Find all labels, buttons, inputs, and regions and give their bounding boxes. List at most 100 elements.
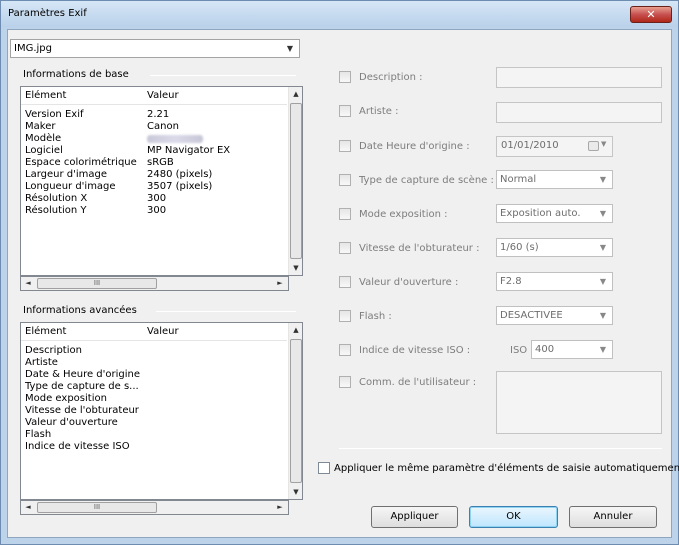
iso-select[interactable]: 400 ▼ xyxy=(531,340,613,359)
table-row[interactable]: Vitesse de l'obturateur xyxy=(21,405,287,417)
element-cell: Résolution Y xyxy=(25,205,87,216)
exposure-mode-value: Exposition auto. xyxy=(500,208,581,219)
title-bar[interactable]: Paramètres Exif ✕ xyxy=(1,1,678,27)
aperture-select[interactable]: F2.8 ▼ xyxy=(496,272,613,291)
table-row[interactable]: Mode exposition xyxy=(21,393,287,405)
iso-value: 400 xyxy=(535,344,555,355)
scroll-thumb[interactable] xyxy=(290,339,302,483)
table-row[interactable]: Description xyxy=(21,345,287,357)
calendar-icon[interactable] xyxy=(588,141,599,151)
scroll-up-icon[interactable]: ▲ xyxy=(289,323,302,337)
cancel-button[interactable]: Annuler xyxy=(569,506,657,528)
artist-checkbox[interactable] xyxy=(339,105,351,117)
chevron-down-icon: ▼ xyxy=(599,175,606,184)
flash-checkbox[interactable] xyxy=(339,310,351,322)
scroll-down-icon[interactable]: ▼ xyxy=(289,485,302,499)
horizontal-scrollbar[interactable]: ◄ III ► xyxy=(20,500,289,515)
table-row[interactable]: Type de capture de s... xyxy=(21,381,287,393)
table-row[interactable]: Date & Heure d'origine xyxy=(21,369,287,381)
scroll-thumb[interactable]: III xyxy=(37,502,157,513)
element-cell: Mode exposition xyxy=(25,393,107,404)
list-header: Elément Valeur xyxy=(21,87,287,105)
element-cell: Espace colorimétrique xyxy=(25,157,137,168)
close-button[interactable]: ✕ xyxy=(630,6,672,23)
aperture-value: F2.8 xyxy=(500,276,522,287)
scene-type-select[interactable]: Normal ▼ xyxy=(496,170,613,189)
group-divider xyxy=(150,75,296,76)
exposure-mode-select[interactable]: Exposition auto. ▼ xyxy=(496,204,613,223)
chevron-down-icon: ▼ xyxy=(599,345,606,354)
apply-same-label[interactable]: Appliquer le même paramètre d'éléments d… xyxy=(334,463,679,474)
flash-select[interactable]: DESACTIVEE ▼ xyxy=(496,306,613,325)
shutter-speed-select[interactable]: 1/60 (s) ▼ xyxy=(496,238,613,257)
aperture-label: Valeur d'ouverture : xyxy=(359,277,459,288)
description-checkbox[interactable] xyxy=(339,71,351,83)
scene-type-checkbox[interactable] xyxy=(339,174,351,186)
value-cell: MP Navigator EX xyxy=(147,145,231,156)
table-row[interactable]: Longueur d'image 3507 (pixels) xyxy=(21,181,287,193)
table-row[interactable]: Maker Canon xyxy=(21,121,287,133)
table-row[interactable]: Résolution Y 300 xyxy=(21,205,287,217)
table-row[interactable]: Modèle xyxy=(21,133,287,145)
element-cell: Type de capture de s... xyxy=(25,381,139,392)
table-row[interactable]: Valeur d'ouverture xyxy=(21,417,287,429)
column-header-element[interactable]: Elément xyxy=(25,90,66,101)
exif-settings-dialog: Paramètres Exif ✕ IMG.jpg ▼ Informations… xyxy=(0,0,679,545)
scene-type-value: Normal xyxy=(500,174,537,185)
shutter-speed-value: 1/60 (s) xyxy=(500,242,539,253)
vertical-scrollbar[interactable]: ▲ ▼ xyxy=(288,323,302,499)
datetime-checkbox[interactable] xyxy=(339,140,351,152)
window-title: Paramètres Exif xyxy=(8,8,87,19)
aperture-checkbox[interactable] xyxy=(339,276,351,288)
horizontal-scrollbar[interactable]: ◄ III ► xyxy=(20,276,289,291)
element-cell: Artiste xyxy=(25,357,58,368)
advanced-info-list[interactable]: Elément Valeur Description Artiste Date & … xyxy=(20,322,303,500)
scroll-left-icon[interactable]: ◄ xyxy=(21,501,35,514)
scroll-right-icon[interactable]: ► xyxy=(273,277,287,290)
iso-prefix: ISO xyxy=(510,345,528,356)
value-cell: Canon xyxy=(147,121,179,132)
value-cell: 300 xyxy=(147,193,167,204)
vertical-scrollbar[interactable]: ▲ ▼ xyxy=(288,87,302,275)
scroll-thumb[interactable] xyxy=(290,103,302,259)
table-row[interactable]: Flash xyxy=(21,429,287,441)
chevron-down-icon: ▼ xyxy=(286,44,293,53)
user-comment-field[interactable] xyxy=(496,371,662,434)
table-row[interactable]: Artiste xyxy=(21,357,287,369)
user-comment-checkbox[interactable] xyxy=(339,376,351,388)
scroll-thumb[interactable]: III xyxy=(37,278,157,289)
scroll-right-icon[interactable]: ► xyxy=(273,501,287,514)
chevron-down-icon[interactable]: ▼ xyxy=(601,140,606,148)
table-row[interactable]: Logiciel MP Navigator EX xyxy=(21,145,287,157)
basic-info-label: Informations de base xyxy=(23,69,129,80)
column-header-element[interactable]: Elément xyxy=(25,326,66,337)
ok-button[interactable]: OK xyxy=(469,506,558,528)
apply-button[interactable]: Appliquer xyxy=(371,506,458,528)
shutter-speed-checkbox[interactable] xyxy=(339,242,351,254)
table-row[interactable]: Indice de vitesse ISO xyxy=(21,441,287,453)
artist-field[interactable] xyxy=(496,102,662,123)
element-cell: Logiciel xyxy=(25,145,63,156)
element-cell: Indice de vitesse ISO xyxy=(25,441,130,452)
scroll-down-icon[interactable]: ▼ xyxy=(289,261,302,275)
table-row[interactable]: Espace colorimétrique sRGB xyxy=(21,157,287,169)
description-field[interactable] xyxy=(496,67,662,88)
column-header-value[interactable]: Valeur xyxy=(147,90,179,101)
column-header-value[interactable]: Valeur xyxy=(147,326,179,337)
grip-icon: III xyxy=(93,279,101,287)
apply-same-checkbox[interactable] xyxy=(318,462,330,474)
datetime-label: Date Heure d'origine : xyxy=(359,141,470,152)
table-row[interactable]: Résolution X 300 xyxy=(21,193,287,205)
exposure-mode-checkbox[interactable] xyxy=(339,208,351,220)
iso-label: Indice de vitesse ISO : xyxy=(359,345,471,356)
table-row[interactable]: Version Exif 2.21 xyxy=(21,109,287,121)
element-cell: Longueur d'image xyxy=(25,181,116,192)
basic-info-list[interactable]: Elément Valeur Version Exif 2.21 Maker Cano… xyxy=(20,86,303,276)
datetime-picker[interactable]: 01/01/2010 ▼ xyxy=(496,136,613,157)
scroll-up-icon[interactable]: ▲ xyxy=(289,87,302,101)
scroll-left-icon[interactable]: ◄ xyxy=(21,277,35,290)
iso-checkbox[interactable] xyxy=(339,344,351,356)
file-select[interactable]: IMG.jpg ▼ xyxy=(10,39,300,58)
table-row[interactable]: Largeur d'image 2480 (pixels) xyxy=(21,169,287,181)
datetime-value: 01/01/2010 xyxy=(501,140,559,151)
